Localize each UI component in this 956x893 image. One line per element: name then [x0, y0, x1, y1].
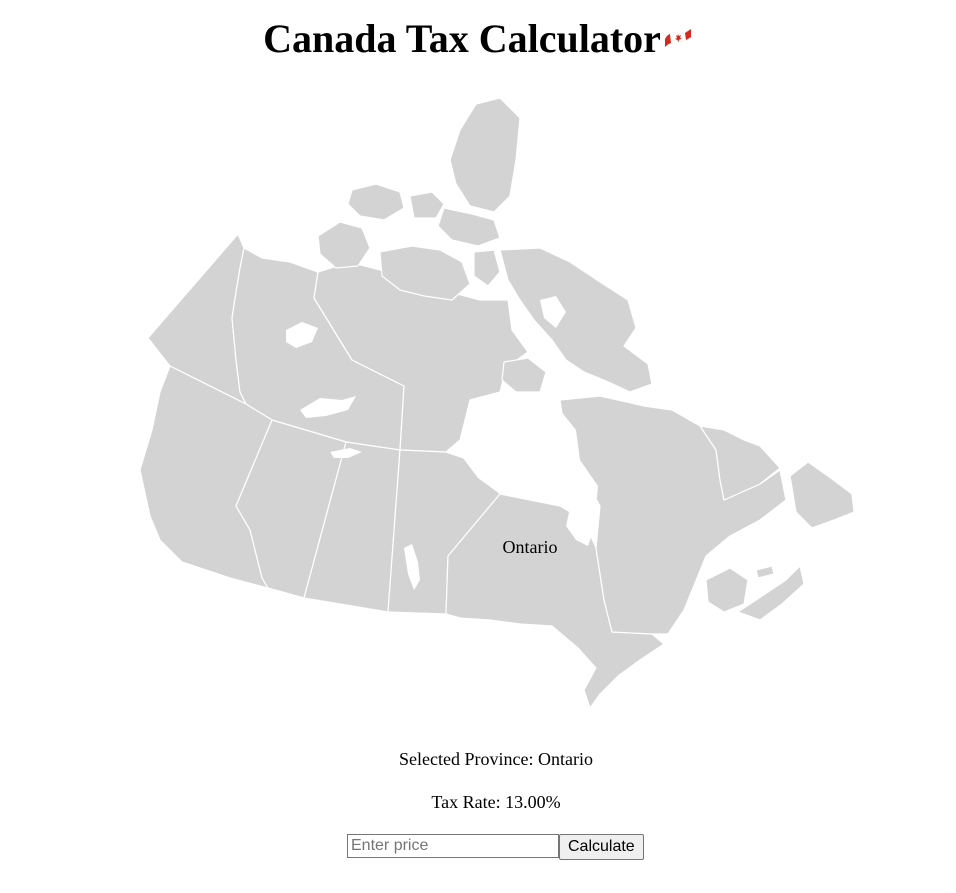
canada-map: Ontario [0, 0, 956, 740]
arctic-island-devon[interactable] [437, 207, 501, 247]
province-yukon[interactable] [147, 233, 247, 405]
arctic-island-banks[interactable] [317, 221, 371, 269]
price-input[interactable] [347, 834, 559, 858]
arctic-island-somerset[interactable] [473, 249, 501, 287]
province-new-brunswick[interactable] [705, 567, 749, 613]
arctic-island-parry[interactable] [409, 191, 445, 219]
province-newfoundland-island[interactable] [789, 461, 855, 529]
province-prince-edward-island[interactable] [755, 565, 775, 579]
tax-rate-text: Tax Rate: 13.00% [431, 792, 561, 812]
canada-map-svg [139, 97, 855, 709]
arctic-island-ellesmere[interactable] [449, 97, 521, 213]
arctic-island-melville[interactable] [347, 183, 405, 221]
calculator-form: Calculate [347, 834, 644, 860]
page-title: Canada Tax Calculator [0, 14, 956, 64]
page-title-text: Canada Tax Calculator [263, 16, 661, 61]
province-hover-label: Ontario [502, 537, 558, 557]
selected-province-text: Selected Province: Ontario [399, 749, 593, 769]
canada-flag-icon [663, 11, 693, 61]
arctic-island-southampton[interactable] [501, 357, 547, 393]
calculate-button[interactable]: Calculate [559, 834, 644, 860]
